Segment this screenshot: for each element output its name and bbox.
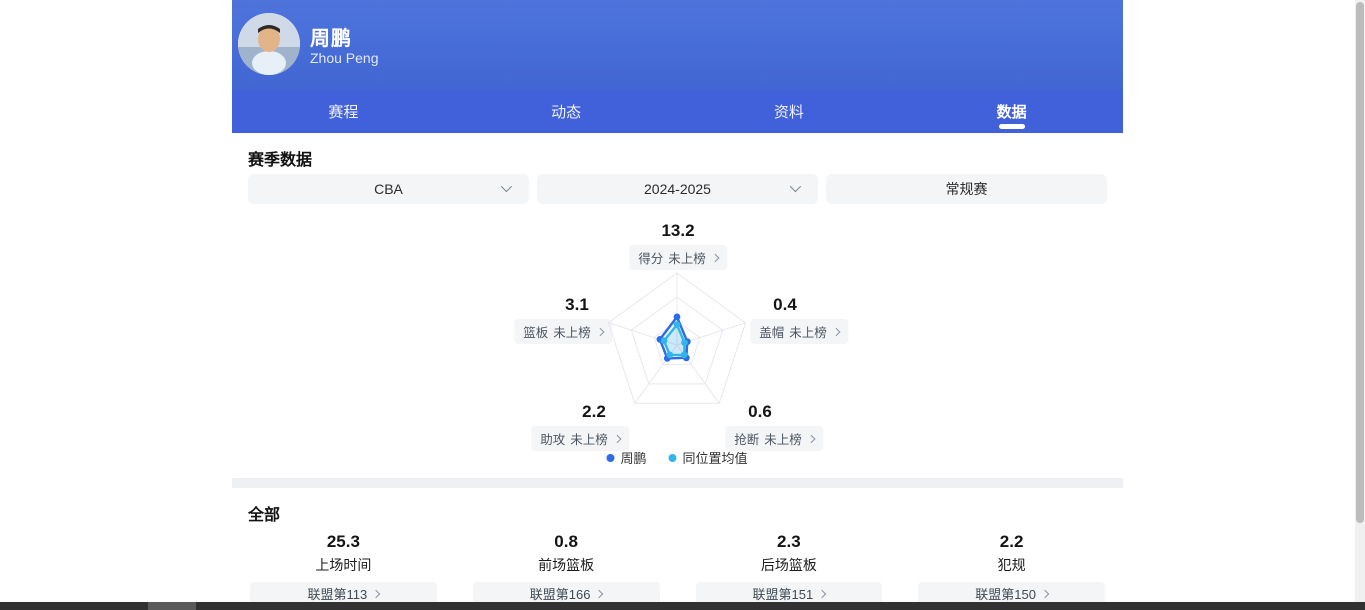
section-divider: [232, 478, 1123, 488]
season-section-title: 赛季数据: [248, 146, 312, 170]
chevron-right-icon: [595, 589, 603, 597]
chevron-down-icon: [501, 181, 512, 192]
player-name-en: Zhou Peng: [310, 50, 379, 66]
stat-label: 上场时间: [232, 555, 455, 576]
horizontal-scrollbar-thumb[interactable]: [148, 602, 196, 610]
tab-news[interactable]: 动态: [455, 90, 678, 133]
rank-text: 联盟第113: [308, 584, 368, 603]
legend-item-position-average[interactable]: 同位置均值: [669, 448, 748, 467]
chevron-down-icon: [790, 181, 801, 192]
legend-dot-icon: [606, 454, 614, 462]
stat-value: 2.3: [678, 530, 901, 554]
tab-bar: 赛程 动态 资料 数据: [232, 90, 1123, 133]
stage-dropdown-value: 常规赛: [946, 179, 988, 199]
rank-status: 未上榜: [570, 429, 608, 448]
stat-label: 助攻: [540, 429, 565, 448]
season-dropdown[interactable]: 2024-2025: [537, 174, 818, 204]
stat-fouls: 2.2 犯规 联盟第150: [900, 530, 1123, 605]
rank-status: 未上榜: [764, 429, 802, 448]
rank-text: 联盟第166: [530, 584, 591, 603]
stat-value: 2.2: [900, 530, 1123, 554]
horizontal-scrollbar[interactable]: [0, 602, 1365, 610]
chevron-right-icon: [711, 253, 719, 261]
legend-item-player[interactable]: 周鹏: [606, 448, 646, 467]
player-name: 周鹏: [310, 22, 352, 51]
legend-label: 周鹏: [620, 448, 646, 467]
rank-text: 联盟第150: [975, 584, 1036, 603]
stat-minutes: 25.3 上场时间 联盟第113: [232, 530, 455, 605]
chevron-right-icon: [807, 434, 815, 442]
chevron-right-icon: [613, 434, 621, 442]
stat-label: 前场篮板: [455, 555, 678, 576]
vertical-scrollbar-thumb[interactable]: [1356, 2, 1364, 523]
chevron-right-icon: [372, 589, 380, 597]
tab-data[interactable]: 数据: [900, 90, 1123, 133]
stat-defensive-rebounds: 2.3 后场篮板 联盟第151: [678, 530, 901, 605]
stat-value: 25.3: [232, 530, 455, 554]
vertical-scrollbar[interactable]: [1355, 0, 1365, 602]
legend-label: 同位置均值: [683, 448, 748, 467]
radar-chart: [557, 265, 797, 425]
all-section-title: 全部: [248, 501, 280, 525]
chevron-right-icon: [832, 327, 840, 335]
filter-row: CBA 2024-2025 常规赛: [248, 174, 1107, 204]
stat-label: 篮板: [523, 322, 548, 341]
player-page: 周鹏 Zhou Peng 赛程 动态 资料 数据 赛季数据 CBA 2024-2…: [232, 0, 1123, 610]
stat-offensive-rebounds: 0.8 前场篮板 联盟第166: [455, 530, 678, 605]
stats-row: 25.3 上场时间 联盟第113 0.8 前场篮板 联盟第166 2.3 后场篮…: [232, 530, 1123, 605]
legend-dot-icon: [669, 454, 677, 462]
stat-label: 犯规: [900, 555, 1123, 576]
radar-legend: 周鹏 同位置均值: [606, 448, 747, 467]
stat-value: 0.8: [455, 530, 678, 554]
stat-label: 后场篮板: [678, 555, 901, 576]
rank-text: 联盟第151: [753, 584, 814, 603]
stat-value: 13.2: [629, 221, 727, 241]
season-dropdown-value: 2024-2025: [644, 181, 711, 197]
radar-axis-points: 13.2 得分 未上榜: [629, 221, 727, 270]
stat-label: 抢断: [734, 429, 759, 448]
stage-dropdown[interactable]: 常规赛: [826, 174, 1107, 204]
player-header: 周鹏 Zhou Peng: [232, 0, 1123, 90]
player-avatar: [238, 13, 300, 75]
chevron-right-icon: [1041, 589, 1049, 597]
tab-profile[interactable]: 资料: [678, 90, 901, 133]
chevron-right-icon: [818, 589, 826, 597]
league-dropdown-value: CBA: [374, 181, 403, 197]
league-dropdown[interactable]: CBA: [248, 174, 529, 204]
tab-schedule[interactable]: 赛程: [232, 90, 455, 133]
